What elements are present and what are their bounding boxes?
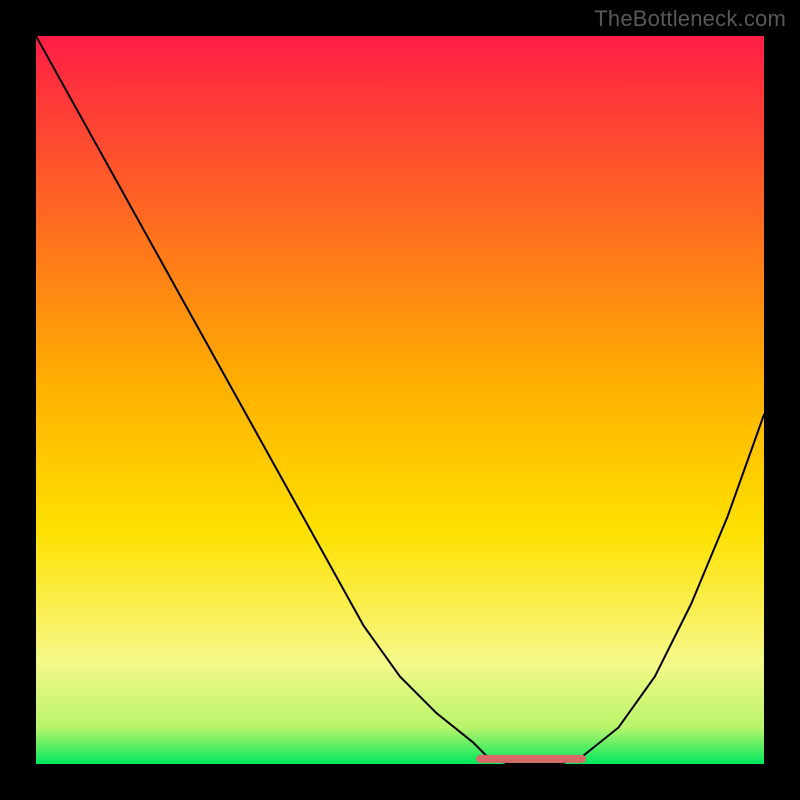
watermark-text: TheBottleneck.com: [594, 6, 786, 32]
chart-frame: TheBottleneck.com: [0, 0, 800, 800]
bottleneck-chart: [36, 36, 764, 764]
gradient-bg: [36, 36, 764, 764]
